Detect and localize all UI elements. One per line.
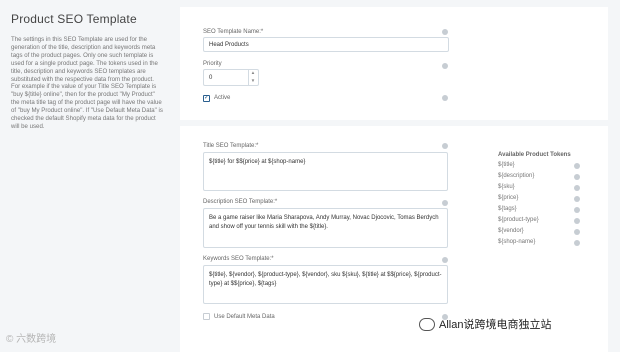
stepper-up-icon[interactable]: ▲ bbox=[249, 69, 257, 77]
token-help-icon[interactable] bbox=[574, 196, 580, 202]
tokens-title: Available Product Tokens bbox=[498, 152, 571, 158]
token-help-icon[interactable] bbox=[574, 174, 580, 180]
template-name-help-icon[interactable] bbox=[442, 29, 448, 35]
watermark-right-text: Allan说跨境电商独立站 bbox=[439, 319, 552, 331]
token-item: ${description} bbox=[498, 173, 535, 179]
page-title: Product SEO Template bbox=[11, 12, 137, 26]
default-meta-checkbox[interactable] bbox=[203, 313, 210, 320]
description-template-label: Description SEO Template:* bbox=[203, 199, 278, 205]
template-name-input[interactable]: Head Products bbox=[203, 37, 449, 52]
token-help-icon[interactable] bbox=[574, 218, 580, 224]
token-help-icon[interactable] bbox=[574, 229, 580, 235]
template-name-label: SEO Template Name:* bbox=[203, 29, 264, 35]
template-description: The settings in this SEO Template are us… bbox=[11, 36, 163, 130]
token-item: ${title} bbox=[498, 162, 515, 168]
watermark-right: Allan说跨境电商独立站 bbox=[419, 316, 551, 332]
section-divider bbox=[180, 120, 608, 126]
title-template-textarea[interactable]: ${title} for $${price} at ${shop-name} bbox=[203, 152, 448, 191]
token-help-icon[interactable] bbox=[574, 163, 580, 169]
watermark-left: © 六数跨境 bbox=[6, 334, 57, 345]
description-template-help-icon[interactable] bbox=[442, 200, 448, 206]
title-template-label: Title SEO Template:* bbox=[203, 143, 259, 149]
general-section bbox=[180, 7, 608, 120]
description-template-textarea[interactable]: Be a game raiser like Maria Sharapova, A… bbox=[203, 208, 448, 248]
token-item: ${vendor} bbox=[498, 228, 524, 234]
active-label: Active bbox=[214, 95, 231, 101]
seo-template-card: SEO Template Name:* Head Products Priori… bbox=[180, 7, 608, 352]
token-item: ${price} bbox=[498, 195, 519, 201]
token-help-icon[interactable] bbox=[574, 185, 580, 191]
title-template-help-icon[interactable] bbox=[442, 143, 448, 149]
token-item: ${tags} bbox=[498, 206, 517, 212]
keywords-template-help-icon[interactable] bbox=[442, 257, 448, 263]
active-checkbox[interactable]: ✓ bbox=[203, 95, 210, 102]
keywords-template-label: Keywords SEO Template:* bbox=[203, 256, 274, 262]
priority-stepper[interactable]: ▲ ▼ bbox=[248, 69, 257, 86]
active-help-icon[interactable] bbox=[442, 95, 448, 101]
priority-value: 0 bbox=[209, 74, 213, 81]
token-help-icon[interactable] bbox=[574, 207, 580, 213]
token-item: ${sku} bbox=[498, 184, 515, 190]
token-item: ${product-type} bbox=[498, 217, 539, 223]
priority-label: Priority bbox=[203, 61, 222, 67]
keywords-template-textarea[interactable]: ${title}, ${vendor}, ${product-type}, ${… bbox=[203, 265, 448, 304]
stepper-down-icon[interactable]: ▼ bbox=[249, 77, 257, 85]
left-info-panel: Product SEO Template The settings in thi… bbox=[0, 0, 172, 352]
default-meta-label: Use Default Meta Data bbox=[214, 314, 275, 320]
token-item: ${shop-name} bbox=[498, 239, 536, 245]
wechat-icon bbox=[419, 317, 435, 331]
token-help-icon[interactable] bbox=[574, 240, 580, 246]
priority-help-icon[interactable] bbox=[442, 63, 448, 69]
